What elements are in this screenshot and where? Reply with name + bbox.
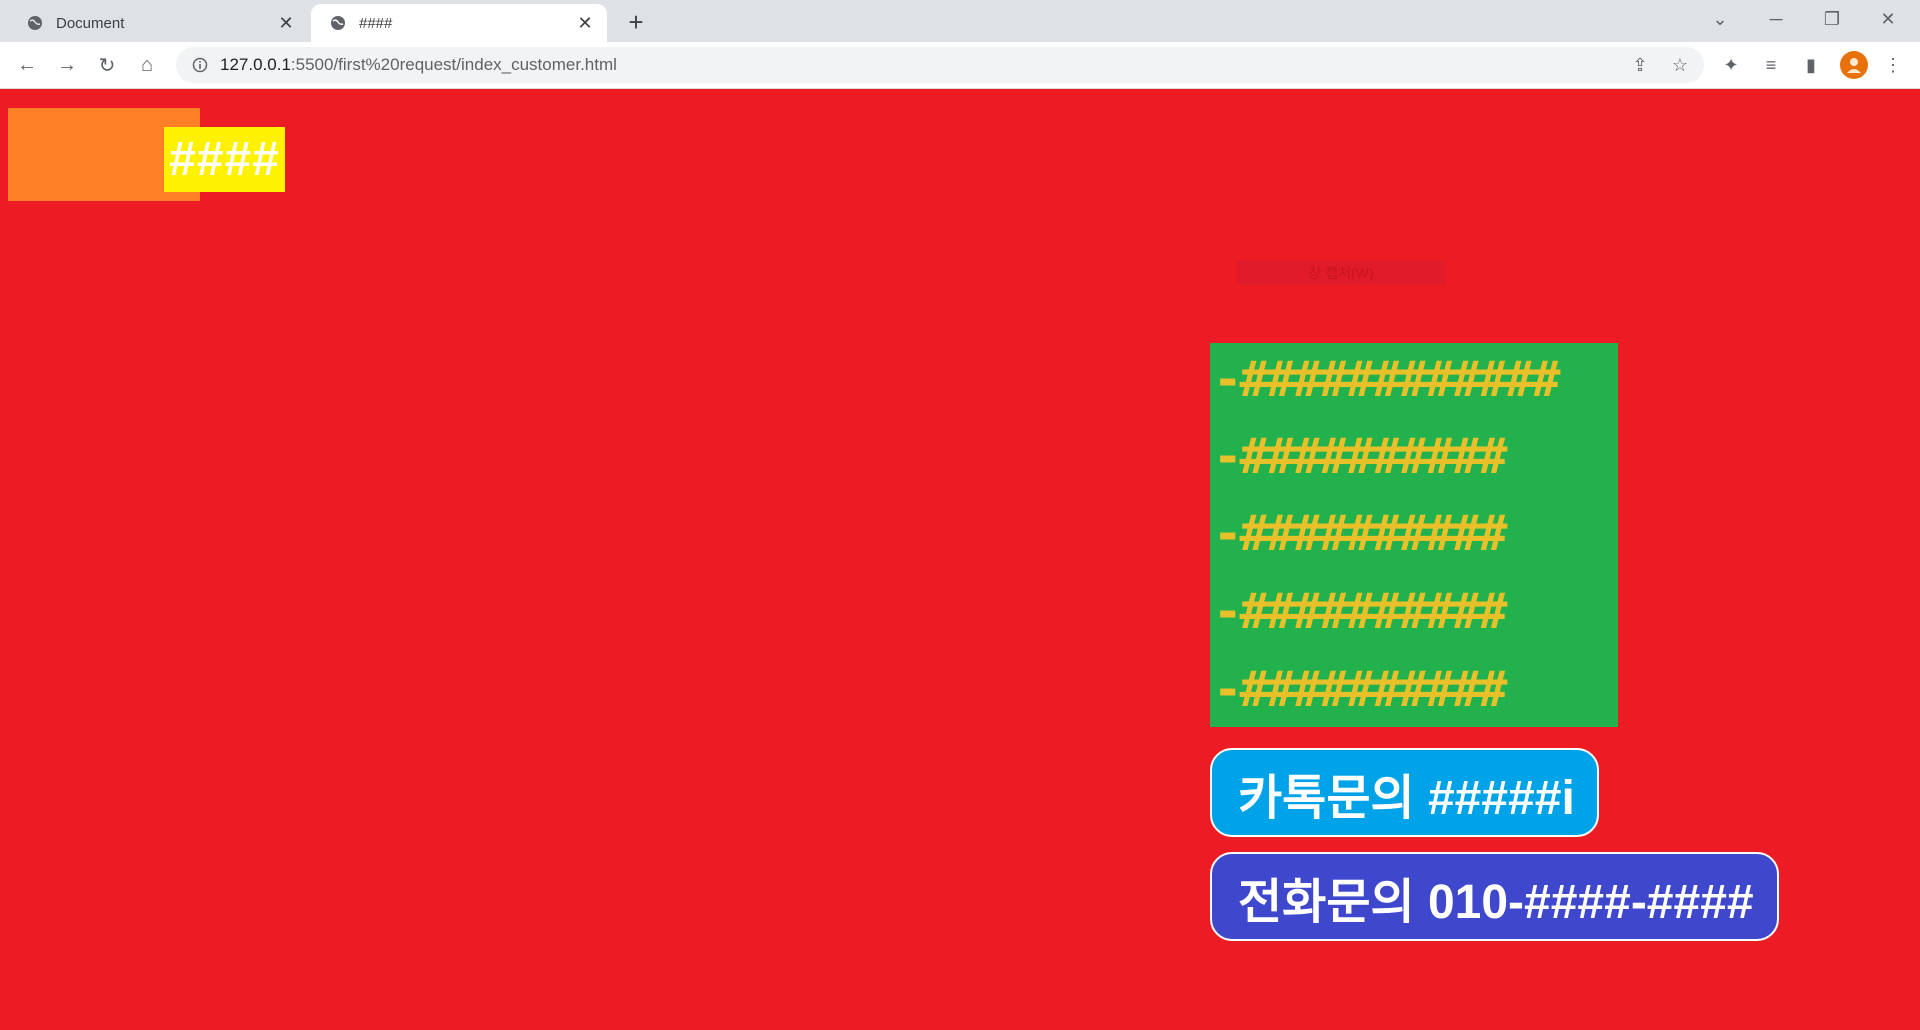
avatar[interactable] bbox=[1840, 51, 1868, 79]
tab-title: #### bbox=[359, 14, 393, 32]
sidepanel-icon[interactable]: ▮ bbox=[1796, 50, 1826, 80]
globe-icon bbox=[329, 14, 347, 32]
close-icon[interactable]: ✕ bbox=[573, 11, 597, 35]
kakao-inquiry-button[interactable]: 카톡문의 #####i bbox=[1210, 748, 1599, 837]
menu-item[interactable]: -########## bbox=[1213, 505, 1618, 562]
extensions-icon[interactable]: ✦ bbox=[1716, 50, 1746, 80]
restore-icon[interactable]: ❐ bbox=[1804, 0, 1860, 38]
menu-item[interactable]: -########## bbox=[1213, 428, 1618, 485]
menu-item[interactable]: -########## bbox=[1213, 583, 1618, 640]
reload-icon[interactable]: ↻ bbox=[92, 50, 122, 80]
toolbar: ← → ↻ ⌂ 127.0.0.1:5500/first%20request/i… bbox=[0, 42, 1920, 89]
globe-icon bbox=[26, 14, 44, 32]
window-capture-label: 창 캡처(W) bbox=[1236, 261, 1446, 285]
phone-inquiry-button[interactable]: 전화문의 010-####-#### bbox=[1210, 852, 1779, 941]
media-icon[interactable]: ≡ bbox=[1756, 50, 1786, 80]
window-close-icon[interactable]: ✕ bbox=[1860, 0, 1916, 38]
tab-document[interactable]: Document ✕ bbox=[8, 4, 308, 42]
home-icon[interactable]: ⌂ bbox=[132, 50, 162, 80]
menu-item[interactable]: -########## bbox=[1213, 661, 1618, 718]
chevron-down-icon[interactable]: ⌄ bbox=[1692, 0, 1748, 38]
logo-text[interactable]: #### bbox=[164, 127, 285, 192]
info-icon[interactable] bbox=[190, 55, 210, 75]
address-bar[interactable]: 127.0.0.1:5500/first%20request/index_cus… bbox=[176, 47, 1704, 83]
back-icon[interactable]: ← bbox=[12, 50, 42, 80]
close-icon[interactable]: ✕ bbox=[274, 11, 298, 35]
tab-strip: Document ✕ #### ✕ + ⌄ ─ ❐ ✕ bbox=[0, 0, 1920, 42]
tab-current[interactable]: #### ✕ bbox=[311, 4, 607, 42]
url-text: 127.0.0.1:5500/first%20request/index_cus… bbox=[220, 55, 617, 74]
minimize-icon[interactable]: ─ bbox=[1748, 0, 1804, 38]
page-content: #### 창 캡처(W) -############ -########## -… bbox=[0, 89, 1920, 1030]
share-icon[interactable]: ⇪ bbox=[1628, 53, 1652, 77]
forward-icon[interactable]: → bbox=[52, 50, 82, 80]
tab-title: Document bbox=[56, 14, 125, 32]
star-icon[interactable]: ☆ bbox=[1668, 53, 1692, 77]
menu-item[interactable]: -############ bbox=[1213, 351, 1618, 408]
menu-icon[interactable]: ⋮ bbox=[1878, 50, 1908, 80]
menu-list: -############ -########## -########## -#… bbox=[1210, 343, 1618, 727]
plus-icon[interactable]: + bbox=[622, 7, 650, 37]
